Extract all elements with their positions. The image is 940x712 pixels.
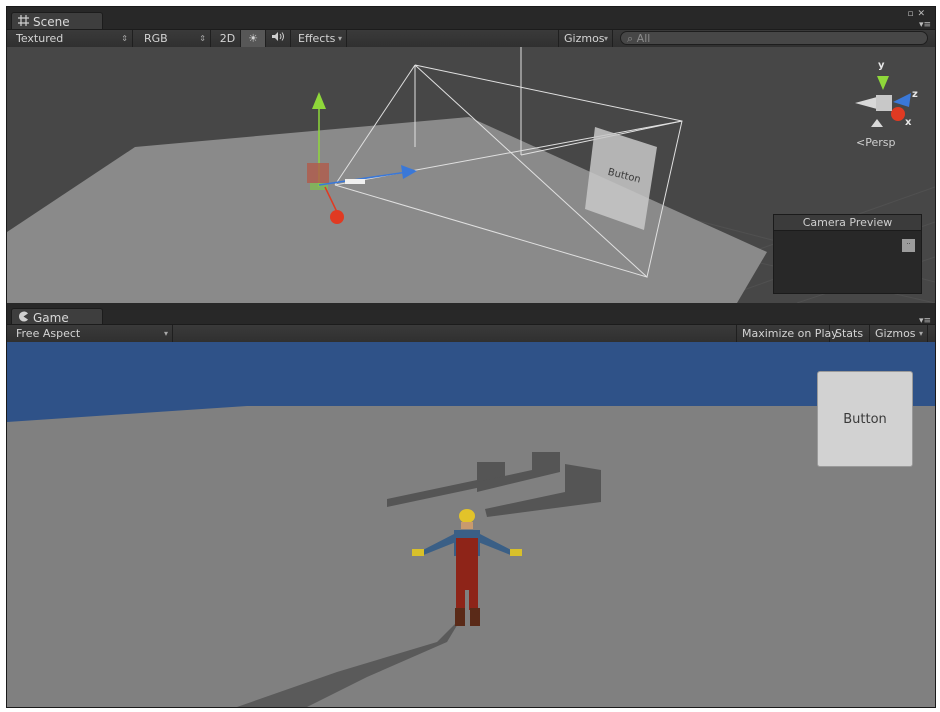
render-mode-label: RGB	[144, 32, 168, 45]
game-canvas	[7, 342, 935, 707]
persp-icon: <	[856, 136, 866, 149]
chevron-down-icon: ▾	[337, 34, 342, 43]
game-viewport[interactable]: Button	[7, 342, 935, 707]
orient-z-label: z	[912, 89, 918, 100]
draw-mode-dropdown[interactable]: Textured ⇕	[11, 30, 133, 47]
game-toolbar: Free Aspect ▾ Maximize on Play Stats Gizm…	[7, 324, 935, 343]
projection-toggle[interactable]: <Persp	[856, 136, 895, 149]
camera-preview-options-icon[interactable]: ··	[902, 239, 915, 252]
gizmo-plane-handle[interactable]	[307, 163, 329, 183]
speaker-icon	[271, 32, 285, 45]
lighting-toggle-button[interactable]: ☀	[241, 30, 266, 47]
scene-tabstrip: Scene ▫✕ ▾≡	[7, 7, 935, 31]
game-ui-button[interactable]: Button	[817, 371, 913, 467]
scene-search-input[interactable]: ⌕ All	[620, 31, 928, 45]
search-placeholder: All	[636, 32, 651, 45]
search-icon: ⌕	[627, 32, 634, 45]
maximize-on-play-label: Maximize on Play	[742, 327, 838, 340]
sun-icon: ☀	[248, 32, 258, 45]
game-gizmos-dropdown[interactable]: Gizmos ▾	[870, 325, 928, 342]
scene-gizmos-dropdown[interactable]: Gizmos ▾	[558, 30, 613, 47]
maximize-on-play-toggle[interactable]: Maximize on Play	[736, 325, 838, 342]
orient-y-cone[interactable]	[877, 76, 889, 90]
aspect-label: Free Aspect	[16, 327, 81, 340]
chevron-down-icon: ▾	[603, 34, 608, 43]
effects-label: Effects	[298, 32, 336, 45]
camera-icon[interactable]	[345, 179, 365, 184]
editor-frame: Scene ▫✕ ▾≡ Textured ⇕ RGB ⇕ 2D ☀ Effects ▾…	[6, 6, 936, 708]
orient-x-label: x	[905, 117, 912, 128]
game-gizmos-label: Gizmos	[875, 327, 916, 340]
stats-label: Stats	[835, 327, 864, 340]
dropdown-arrows-icon: ⇕	[199, 34, 206, 43]
orient-z-cone[interactable]	[893, 93, 911, 107]
chevron-down-icon: ▾	[163, 329, 168, 338]
orient-center-cube[interactable]	[876, 95, 892, 111]
scene-gizmos-label: Gizmos	[564, 32, 605, 45]
orient-x-cone[interactable]	[891, 107, 905, 121]
draw-mode-label: Textured	[16, 32, 64, 45]
aspect-dropdown[interactable]: Free Aspect ▾	[11, 325, 173, 342]
orient-neg-y-cone[interactable]	[871, 119, 883, 127]
orientation-gizmo[interactable]: y z x	[855, 60, 918, 128]
tab-scene-label: Scene	[33, 15, 70, 29]
stats-toggle[interactable]: Stats	[830, 325, 870, 342]
scene-toolbar: Textured ⇕ RGB ⇕ 2D ☀ Effects ▾ Gizmos ▾ ⌕ A…	[7, 29, 935, 48]
camera-preview-panel: Camera Preview ··	[773, 214, 922, 294]
gizmo-y-arrow[interactable]	[312, 92, 326, 109]
camera-preview-title: Camera Preview	[774, 215, 921, 231]
tab-game-label: Game	[33, 311, 69, 325]
game-ui-button-label: Button	[843, 412, 887, 427]
render-mode-dropdown[interactable]: RGB ⇕	[139, 30, 211, 47]
scene-viewport[interactable]: Button y z x <Persp Camera Preview ··	[7, 47, 935, 303]
toggle-2d-label: 2D	[219, 32, 236, 45]
window-controls[interactable]: ▫✕	[907, 9, 929, 19]
ground-plane[interactable]	[7, 117, 767, 303]
orient-y-label: y	[878, 60, 885, 71]
orient-neg-x-cone[interactable]	[855, 97, 877, 109]
chevron-down-icon: ▾	[918, 329, 923, 338]
dropdown-arrows-icon: ⇕	[121, 34, 128, 43]
effects-dropdown[interactable]: Effects ▾	[293, 30, 347, 47]
audio-toggle-button[interactable]	[266, 30, 291, 47]
toggle-2d-button[interactable]: 2D	[215, 30, 241, 47]
projection-label: Persp	[865, 136, 896, 149]
gizmo-x-arrow[interactable]	[330, 210, 344, 224]
